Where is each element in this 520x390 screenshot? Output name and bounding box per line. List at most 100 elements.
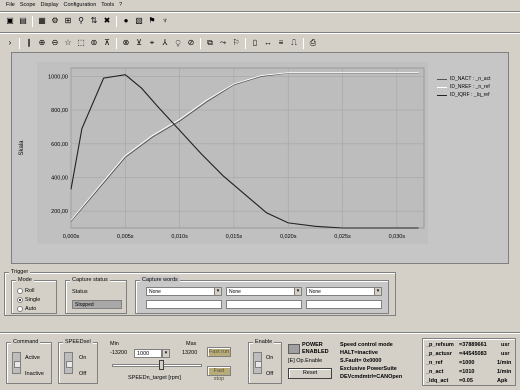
toolbar-separator xyxy=(116,37,117,49)
filter-icon[interactable]: ⚲ xyxy=(75,15,87,27)
capture-word-value-2[interactable] xyxy=(226,300,302,309)
cursor-icon[interactable]: ⊻ xyxy=(133,37,145,49)
legend-item[interactable]: ID_NREF : _n_ref xyxy=(437,83,509,91)
param-value: =0.05 xyxy=(459,378,473,384)
flag-icon[interactable]: ⚑ xyxy=(146,15,158,27)
fit-vertical-icon[interactable]: ⊚ xyxy=(88,37,100,49)
fast-stop-button[interactable]: Fast stop xyxy=(207,366,231,382)
trigger-title: Trigger xyxy=(9,268,31,276)
enable-on-label: On xyxy=(266,355,274,361)
capture-word-value-3[interactable] xyxy=(306,300,382,309)
fit-all-icon[interactable]: ⊗ xyxy=(120,37,132,49)
toolbar-separator xyxy=(32,15,33,27)
select-value: None xyxy=(149,289,161,295)
mode-auto-label: Auto xyxy=(25,305,37,312)
trigger-icon[interactable]: ● xyxy=(120,15,132,27)
menu-tools[interactable]: Tools xyxy=(101,0,114,11)
menu-display[interactable]: Display xyxy=(40,0,58,11)
print-icon[interactable]: ▤ xyxy=(17,15,29,27)
scope-panel: Skala 1000,00 800,00 600,00 400,00 200,00 0,0… xyxy=(11,52,509,264)
y-axis-label: Skala xyxy=(19,140,25,156)
chevron-right-icon[interactable]: › xyxy=(4,37,16,49)
mode-auto-radio[interactable]: Auto xyxy=(17,304,40,313)
mode-single-radio[interactable]: Single xyxy=(17,295,40,304)
x-tick-label: 0,025s xyxy=(334,234,351,240)
toolbar-separator xyxy=(200,37,201,49)
toolbar-separator xyxy=(19,37,20,49)
menu-configuration[interactable]: Configuration xyxy=(64,0,97,11)
status-line: DEVcmdmtrl=CANOpen xyxy=(340,374,403,380)
star-icon[interactable]: ☆ xyxy=(62,37,74,49)
sort-icon[interactable]: ⇅ xyxy=(88,15,100,27)
param-name: _p_refsum xyxy=(426,342,454,348)
param-unit: Apk xyxy=(497,378,508,384)
chevron-down-icon[interactable]: ▾ xyxy=(162,349,170,358)
zoom-box-icon[interactable]: ⬚ xyxy=(75,37,87,49)
menu-scope[interactable]: Scope xyxy=(20,0,36,11)
command-toggle[interactable] xyxy=(12,352,21,374)
active-label: Active xyxy=(25,355,40,361)
command-group: Command Active Inactive xyxy=(6,338,52,384)
radio-circle xyxy=(17,287,23,294)
export-icon[interactable]: ⍜ xyxy=(172,37,184,49)
settings-icon[interactable]: ⚙ xyxy=(49,15,61,27)
speed-slider-thumb[interactable] xyxy=(158,360,164,370)
printer-icon[interactable]: ⎙ xyxy=(307,37,319,49)
status-line: HALT=inactive xyxy=(340,350,378,356)
menu-help[interactable]: ? xyxy=(119,0,122,11)
menu-divider xyxy=(0,11,520,13)
legend-item[interactable]: ID_IQRF : _Iq_ref xyxy=(437,91,509,99)
plot-background xyxy=(70,67,425,229)
channels-icon[interactable]: ⊞ xyxy=(62,15,74,27)
step-icon[interactable]: ↔ xyxy=(262,37,274,49)
toolbar-separator xyxy=(116,15,117,27)
marker-icon[interactable]: ≡ xyxy=(275,37,287,49)
capture-word-select-2[interactable]: None ▾ xyxy=(226,287,302,296)
fit-horizontal-icon[interactable]: ⊼ xyxy=(101,37,113,49)
mode-roll-radio[interactable]: Roll xyxy=(17,286,40,295)
capture-word-value-1[interactable] xyxy=(146,300,222,309)
speed-target-input[interactable]: 1000 xyxy=(134,349,162,358)
clipboard-icon[interactable]: ▧ xyxy=(133,15,145,27)
layout-icon[interactable]: ▦ xyxy=(36,15,48,27)
antenna-icon[interactable]: ♆ xyxy=(159,15,171,27)
plot-area[interactable]: 1000,00 800,00 600,00 400,00 200,00 0,000s 0,0… xyxy=(37,62,428,244)
speed-slider-track[interactable] xyxy=(112,364,202,367)
toolbar-main: ▣ ▤ ▦ ⚙ ⊞ ⚲ ⇅ ✖ ● ▧ ⚑ ♆ xyxy=(4,14,171,28)
capture-words-group: Capture words None ▾ None ▾ None ▾ xyxy=(135,276,389,314)
marker-icon[interactable]: ⚐ xyxy=(230,37,242,49)
capture-status-group: Capture status Status Stopped xyxy=(65,276,127,314)
measure-icon[interactable]: ⌖ xyxy=(146,37,158,49)
speedsel-toggle[interactable] xyxy=(64,352,73,374)
power-label: POWER xyxy=(302,342,323,348)
step-icon[interactable]: ⤳ xyxy=(217,37,229,49)
status-line: Speed control mode xyxy=(340,342,393,348)
zoom-out-icon[interactable]: ⊖ xyxy=(49,37,61,49)
zoom-in-icon[interactable]: ⊕ xyxy=(36,37,48,49)
x-tick-label: 0,000s xyxy=(63,234,80,240)
line-chart: 1000,00 800,00 600,00 400,00 200,00 0,000s 0,0… xyxy=(48,67,425,240)
delete-icon[interactable]: ✖ xyxy=(101,15,113,27)
legend-label: ID_NREF : _n_ref xyxy=(450,84,490,90)
legend-item[interactable]: ID_NACT : _n_act xyxy=(437,75,509,83)
pause-icon[interactable]: ∥ xyxy=(23,37,35,49)
reset-button[interactable]: Reset xyxy=(288,368,332,379)
capture-word-select-1[interactable]: None ▾ xyxy=(146,287,222,296)
fast-run-button[interactable]: Fast run xyxy=(207,347,231,357)
toolbar-separator xyxy=(245,37,246,49)
page-icon[interactable]: ⧉ xyxy=(204,37,216,49)
copy-icon[interactable]: ⊘ xyxy=(185,37,197,49)
legend-label: ID_IQRF : _Iq_ref xyxy=(450,92,490,98)
status-line: Exclusive PowerSuite xyxy=(340,366,397,372)
capture-word-select-3[interactable]: None ▾ xyxy=(306,287,382,296)
save-icon[interactable]: ▣ xyxy=(4,15,16,27)
power-led-icon xyxy=(288,344,300,354)
wave-icon[interactable]: ⎍ xyxy=(288,37,300,49)
chevron-down-icon: ▾ xyxy=(294,288,301,295)
enable-toggle[interactable] xyxy=(253,352,262,374)
compare-icon[interactable]: ⅄ xyxy=(159,37,171,49)
page-icon[interactable]: ▯ xyxy=(249,37,261,49)
section-divider xyxy=(0,332,520,334)
menu-file[interactable]: File xyxy=(6,0,15,11)
off-label: Off xyxy=(79,371,87,377)
